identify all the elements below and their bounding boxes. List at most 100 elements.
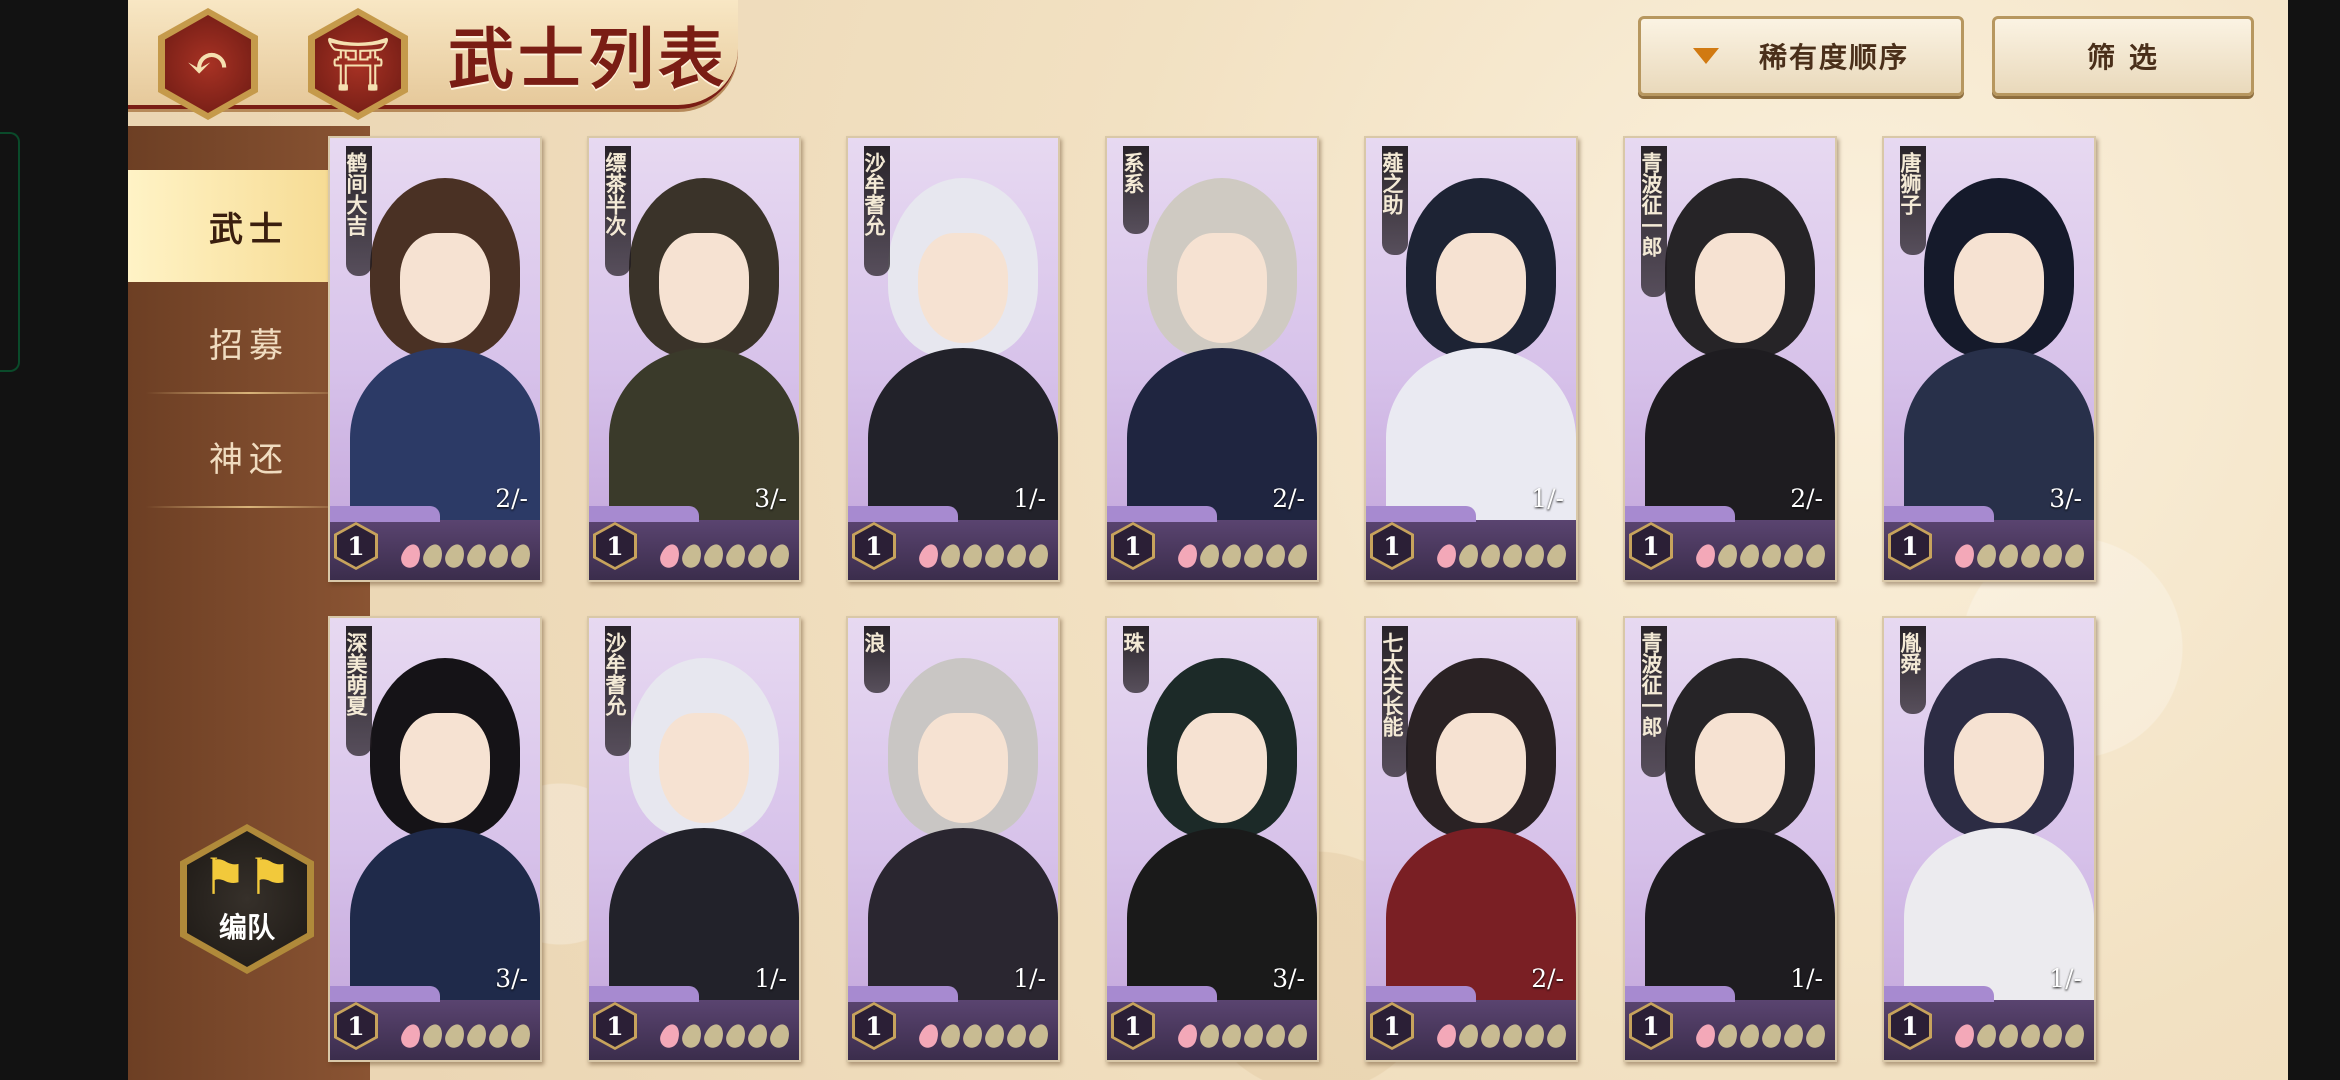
star-petals — [1952, 1021, 2088, 1051]
portrait-face — [1954, 713, 2044, 823]
card-footer: 1 — [1107, 986, 1317, 1060]
card-count: 2/- — [1790, 484, 1823, 513]
petal-icon — [1219, 1021, 1245, 1051]
character-name: 浪 — [862, 626, 890, 693]
character-name: 缥茶半次 — [603, 146, 631, 276]
character-name: 深美萌夏 — [344, 626, 372, 756]
petal-icon — [442, 541, 468, 571]
level-value: 1 — [855, 1005, 893, 1047]
petal-icon — [1803, 1021, 1829, 1051]
edge-handle — [0, 132, 20, 372]
petal-icon — [1996, 1021, 2022, 1051]
petal-icon — [508, 541, 534, 571]
star-petals — [916, 1021, 1052, 1051]
character-card[interactable]: 沙牟耆允 1/- 1 — [587, 616, 801, 1062]
card-count: 3/- — [495, 964, 528, 993]
divider — [146, 392, 352, 394]
level-value: 1 — [1114, 525, 1152, 567]
character-card[interactable]: 浪 1/- 1 — [846, 616, 1060, 1062]
card-count: 3/- — [754, 484, 787, 513]
petal-icon — [1781, 1021, 1807, 1051]
character-card[interactable]: 珠 3/- 1 — [1105, 616, 1319, 1062]
character-name: 七太夫长能 — [1380, 626, 1408, 777]
star-petals — [1434, 1021, 1570, 1051]
character-card[interactable]: 七太夫长能 2/- 1 — [1364, 616, 1578, 1062]
team-button-face: ⚑⚑ 编队 — [187, 831, 307, 967]
character-card[interactable]: 缥茶半次 3/- 1 — [587, 136, 801, 582]
petal-icon — [486, 1021, 512, 1051]
petal-icon — [1456, 1021, 1482, 1051]
card-footer: 1 — [1884, 986, 2094, 1060]
card-footer: 1 — [330, 506, 540, 580]
petal-icon — [486, 541, 512, 571]
petal-icon — [1693, 1021, 1719, 1051]
petal-icon — [982, 541, 1008, 571]
star-petals — [398, 541, 534, 571]
petal-icon — [1026, 1021, 1052, 1051]
right-bezel — [2288, 0, 2340, 1080]
portrait-face — [1695, 713, 1785, 823]
character-card[interactable]: 沙牟耆允 1/- 1 — [846, 136, 1060, 582]
petal-icon — [1544, 541, 1570, 571]
level-value: 1 — [855, 525, 893, 567]
portrait-face — [1177, 713, 1267, 823]
card-footer: 1 — [848, 986, 1058, 1060]
character-card[interactable]: 深美萌夏 3/- 1 — [328, 616, 542, 1062]
petal-icon — [1478, 1021, 1504, 1051]
filter-label: 筛 选 — [2087, 41, 2159, 74]
card-count: 2/- — [1272, 484, 1305, 513]
sort-rarity-button[interactable]: 稀有度顺序 — [1638, 16, 1964, 96]
petal-icon — [960, 541, 986, 571]
petal-icon — [1175, 1021, 1201, 1051]
divider — [146, 506, 352, 508]
petal-icon — [508, 1021, 534, 1051]
star-petals — [1952, 541, 2088, 571]
petal-icon — [1456, 541, 1482, 571]
card-footer: 1 — [1625, 986, 1835, 1060]
level-badge: 1 — [852, 522, 896, 570]
petal-icon — [1974, 1021, 2000, 1051]
level-value: 1 — [596, 525, 634, 567]
character-name: 鹤间大吉 — [344, 146, 372, 276]
petal-icon — [1434, 541, 1460, 571]
level-badge: 1 — [1370, 1002, 1414, 1050]
petal-icon — [464, 1021, 490, 1051]
petal-icon — [657, 541, 683, 571]
character-name: 系系 — [1121, 146, 1149, 234]
character-card[interactable]: 薤之助 1/- 1 — [1364, 136, 1578, 582]
character-card[interactable]: 青波征一郎 2/- 1 — [1623, 136, 1837, 582]
petal-icon — [398, 1021, 424, 1051]
level-badge: 1 — [593, 522, 637, 570]
character-name: 胤舜 — [1898, 626, 1926, 714]
character-card[interactable]: 鹤间大吉 2/- 1 — [328, 136, 542, 582]
petal-icon — [2062, 1021, 2088, 1051]
petal-icon — [1952, 541, 1978, 571]
filter-button[interactable]: 筛 选 — [1992, 16, 2254, 96]
petal-icon — [1241, 541, 1267, 571]
character-card[interactable]: 胤舜 1/- 1 — [1882, 616, 2096, 1062]
portrait-face — [918, 713, 1008, 823]
character-card[interactable]: 系系 2/- 1 — [1105, 136, 1319, 582]
level-badge: 1 — [852, 1002, 896, 1050]
level-value: 1 — [596, 1005, 634, 1047]
card-count: 2/- — [495, 484, 528, 513]
level-value: 1 — [1632, 1005, 1670, 1047]
card-footer: 1 — [1884, 506, 2094, 580]
portrait-face — [1177, 233, 1267, 343]
card-count: 3/- — [2049, 484, 2082, 513]
petal-icon — [1693, 541, 1719, 571]
petal-icon — [1737, 541, 1763, 571]
star-petals — [657, 1021, 793, 1051]
portrait-face — [1436, 713, 1526, 823]
card-footer: 1 — [330, 986, 540, 1060]
petal-icon — [1241, 1021, 1267, 1051]
character-card[interactable]: 唐狮子 3/- 1 — [1882, 136, 2096, 582]
petal-icon — [657, 1021, 683, 1051]
level-badge: 1 — [1111, 1002, 1155, 1050]
character-name: 沙牟耆允 — [862, 146, 890, 276]
banner-flags-icon: ⚑⚑ — [202, 848, 292, 906]
dropdown-triangle-icon — [1692, 48, 1719, 64]
character-name: 唐狮子 — [1898, 146, 1926, 255]
petal-icon — [1974, 541, 2000, 571]
character-card[interactable]: 青波征一郎 1/- 1 — [1623, 616, 1837, 1062]
